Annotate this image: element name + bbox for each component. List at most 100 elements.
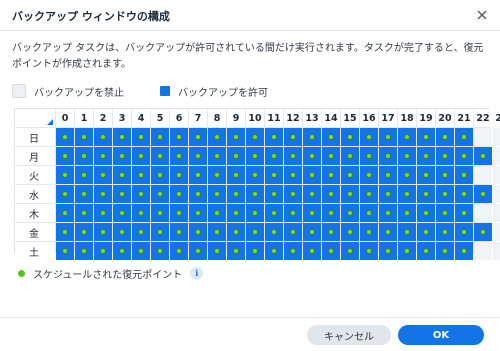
hour-header[interactable]: 20 — [436, 109, 454, 127]
allowed-slot[interactable] — [246, 223, 264, 241]
day-label[interactable]: 金 — [15, 223, 55, 241]
allowed-slot[interactable] — [94, 166, 112, 184]
allowed-slot[interactable] — [170, 185, 188, 203]
allowed-slot[interactable] — [94, 128, 112, 146]
allowed-slot[interactable] — [113, 147, 131, 165]
allowed-slot[interactable] — [265, 223, 283, 241]
allowed-slot[interactable] — [379, 242, 397, 260]
allowed-slot[interactable] — [113, 204, 131, 222]
allowed-slot[interactable] — [265, 204, 283, 222]
hour-header[interactable]: 0 — [56, 109, 74, 127]
allowed-slot[interactable] — [455, 223, 473, 241]
allowed-slot[interactable] — [455, 147, 473, 165]
allowed-slot[interactable] — [284, 204, 302, 222]
allowed-slot[interactable] — [189, 185, 207, 203]
allowed-slot[interactable] — [113, 223, 131, 241]
hour-header[interactable]: 6 — [170, 109, 188, 127]
allowed-slot[interactable] — [94, 204, 112, 222]
allowed-slot[interactable] — [170, 242, 188, 260]
hour-header[interactable]: 23 — [493, 109, 500, 127]
ok-button[interactable]: OK — [398, 325, 484, 345]
allowed-slot[interactable] — [208, 147, 226, 165]
allowed-slot[interactable] — [227, 242, 245, 260]
allowed-slot[interactable] — [113, 128, 131, 146]
grid-corner[interactable] — [15, 109, 55, 127]
allowed-slot[interactable] — [341, 204, 359, 222]
allowed-slot[interactable] — [398, 204, 416, 222]
allowed-slot[interactable] — [151, 204, 169, 222]
allowed-slot[interactable] — [341, 185, 359, 203]
hour-header[interactable]: 14 — [322, 109, 340, 127]
allowed-slot[interactable] — [455, 128, 473, 146]
info-icon[interactable]: i — [190, 266, 204, 280]
allowed-slot[interactable] — [341, 166, 359, 184]
allowed-slot[interactable] — [474, 147, 492, 165]
allowed-slot[interactable] — [360, 223, 378, 241]
allowed-slot[interactable] — [189, 242, 207, 260]
allowed-slot[interactable] — [132, 147, 150, 165]
denied-slot[interactable] — [474, 204, 492, 222]
denied-slot[interactable] — [493, 242, 500, 260]
allowed-slot[interactable] — [94, 242, 112, 260]
allowed-slot[interactable] — [379, 166, 397, 184]
allowed-slot[interactable] — [322, 242, 340, 260]
allowed-slot[interactable] — [94, 185, 112, 203]
hour-header[interactable]: 1 — [75, 109, 93, 127]
hour-header[interactable]: 5 — [151, 109, 169, 127]
allowed-slot[interactable] — [189, 204, 207, 222]
allowed-slot[interactable] — [170, 223, 188, 241]
allowed-slot[interactable] — [227, 166, 245, 184]
allowed-slot[interactable] — [227, 185, 245, 203]
hour-header[interactable]: 9 — [227, 109, 245, 127]
hour-header[interactable]: 22 — [474, 109, 492, 127]
denied-slot[interactable] — [474, 242, 492, 260]
hour-header[interactable]: 19 — [417, 109, 435, 127]
close-button[interactable] — [473, 6, 491, 24]
allowed-slot[interactable] — [417, 204, 435, 222]
allowed-slot[interactable] — [455, 204, 473, 222]
hour-header[interactable]: 8 — [208, 109, 226, 127]
allowed-slot[interactable] — [379, 204, 397, 222]
day-label[interactable]: 火 — [15, 166, 55, 184]
allowed-slot[interactable] — [208, 204, 226, 222]
hour-header[interactable]: 17 — [379, 109, 397, 127]
allowed-slot[interactable] — [75, 223, 93, 241]
allowed-slot[interactable] — [151, 223, 169, 241]
allowed-slot[interactable] — [113, 185, 131, 203]
allowed-slot[interactable] — [284, 128, 302, 146]
hour-header[interactable]: 10 — [246, 109, 264, 127]
allowed-slot[interactable] — [170, 128, 188, 146]
allowed-slot[interactable] — [341, 128, 359, 146]
allowed-slot[interactable] — [436, 166, 454, 184]
allowed-slot[interactable] — [246, 128, 264, 146]
allowed-slot[interactable] — [398, 223, 416, 241]
allowed-slot[interactable] — [398, 185, 416, 203]
allowed-slot[interactable] — [189, 166, 207, 184]
allowed-slot[interactable] — [360, 185, 378, 203]
allowed-slot[interactable] — [246, 242, 264, 260]
allowed-slot[interactable] — [322, 147, 340, 165]
allowed-slot[interactable] — [132, 128, 150, 146]
allowed-slot[interactable] — [56, 242, 74, 260]
cancel-button[interactable]: キャンセル — [307, 325, 391, 345]
allowed-slot[interactable] — [75, 128, 93, 146]
allowed-slot[interactable] — [94, 223, 112, 241]
allowed-slot[interactable] — [151, 185, 169, 203]
hour-header[interactable]: 2 — [94, 109, 112, 127]
allowed-slot[interactable] — [75, 185, 93, 203]
allowed-slot[interactable] — [284, 166, 302, 184]
allowed-slot[interactable] — [189, 147, 207, 165]
allowed-slot[interactable] — [284, 185, 302, 203]
schedule-grid[interactable]: 01234567891011121314151617181920212223日月… — [14, 108, 500, 260]
hour-header[interactable]: 12 — [284, 109, 302, 127]
allowed-slot[interactable] — [284, 147, 302, 165]
allowed-slot[interactable] — [341, 242, 359, 260]
allowed-slot[interactable] — [417, 166, 435, 184]
allowed-slot[interactable] — [208, 128, 226, 146]
allowed-slot[interactable] — [189, 128, 207, 146]
allowed-slot[interactable] — [322, 204, 340, 222]
allowed-slot[interactable] — [246, 147, 264, 165]
allowed-slot[interactable] — [56, 166, 74, 184]
allowed-slot[interactable] — [56, 185, 74, 203]
allowed-slot[interactable] — [265, 166, 283, 184]
